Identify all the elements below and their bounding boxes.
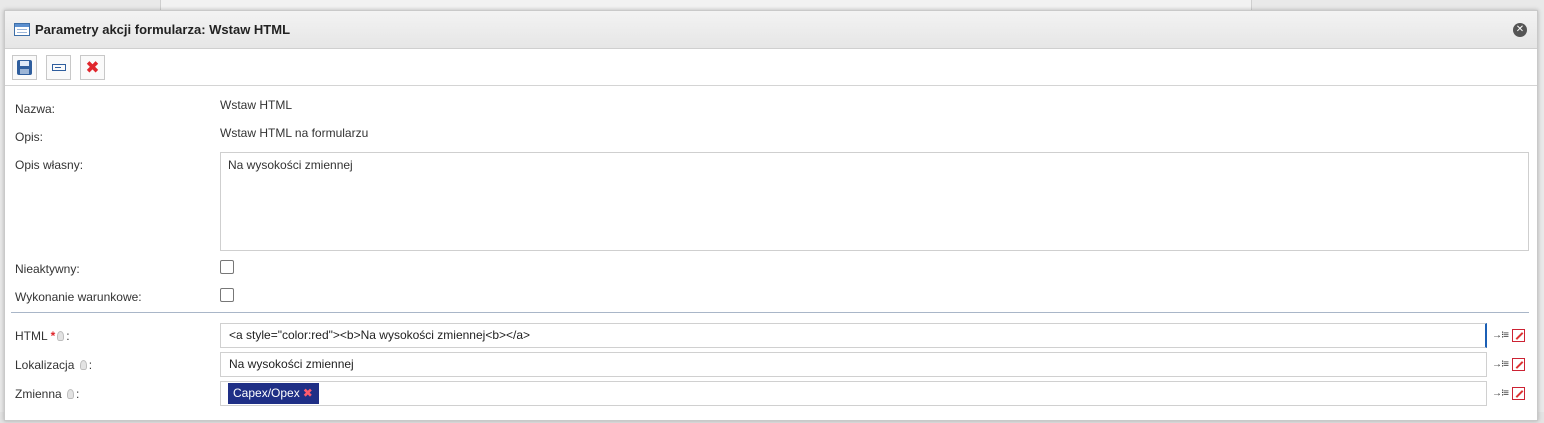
save-icon (17, 59, 32, 75)
html-field-tools: →⁝≡ (1492, 329, 1526, 342)
lokalizacja-label: Lokalizacja : (15, 358, 92, 372)
lokalizacja-input[interactable]: Na wysokości zmiennej (220, 352, 1487, 377)
insert-variable-icon[interactable]: →⁝≡ (1492, 330, 1509, 341)
nieaktywny-label: Nieaktywny: (15, 262, 80, 276)
html-input[interactable]: <a style="color:red"><b>Na wysokości zmi… (220, 323, 1487, 348)
hint-bulb-icon[interactable] (67, 389, 75, 399)
delete-button[interactable]: ✖ (80, 54, 105, 80)
zmienna-input[interactable] (220, 381, 1487, 406)
hint-bulb-icon[interactable] (57, 331, 65, 341)
toolbar: ✖ (5, 49, 1537, 86)
table-icon (14, 23, 30, 36)
hint-bulb-icon[interactable] (79, 360, 87, 370)
section-divider (11, 312, 1529, 313)
html-label-colon: : (66, 329, 70, 343)
lokalizacja-label-text: Lokalizacja (15, 358, 75, 372)
zmienna-label-text: Zmienna (15, 387, 62, 401)
zmienna-label: Zmienna : (15, 387, 79, 401)
lokalizacja-field-tools: →⁝≡ (1492, 358, 1526, 371)
nieaktywny-checkbox[interactable] (220, 260, 234, 274)
opis-value: Wstaw HTML na formularzu (220, 126, 369, 140)
html-label: HTML *: (15, 329, 70, 343)
zmienna-tag-label: Capex/Opex (233, 386, 300, 400)
opis-label: Opis: (15, 130, 44, 144)
nazwa-value: Wstaw HTML (220, 98, 292, 112)
dialog-titlebar: Parametry akcji formularza: Wstaw HTML ✕ (5, 11, 1537, 49)
html-label-text: HTML (15, 329, 48, 343)
function-icon[interactable] (1512, 358, 1526, 371)
wykonanie-warunkowe-checkbox[interactable] (220, 288, 234, 302)
dialog-title: Parametry akcji formularza: Wstaw HTML (35, 22, 291, 37)
field-button[interactable] (46, 54, 71, 80)
insert-variable-icon[interactable]: →⁝≡ (1492, 388, 1509, 399)
close-icon[interactable]: ✕ (1513, 23, 1527, 37)
zmienna-field-tools: →⁝≡ (1492, 387, 1526, 400)
close-x-icon: ✖ (85, 57, 100, 77)
required-marker: * (50, 329, 56, 343)
wykonanie-warunkowe-label: Wykonanie warunkowe: (15, 290, 142, 304)
opis-wlasny-textarea[interactable]: Na wysokości zmiennej (220, 152, 1529, 251)
field-icon (51, 63, 66, 71)
function-icon[interactable] (1512, 387, 1526, 400)
nazwa-label: Nazwa: (15, 102, 56, 116)
function-icon[interactable] (1512, 329, 1526, 342)
opis-wlasny-label: Opis własny: (15, 158, 84, 172)
remove-tag-icon[interactable]: ✖ (303, 386, 313, 400)
lokalizacja-label-colon: : (88, 358, 93, 372)
zmienna-label-colon: : (76, 387, 80, 401)
save-button[interactable] (12, 54, 37, 80)
insert-variable-icon[interactable]: →⁝≡ (1492, 359, 1509, 370)
zmienna-tag: Capex/Opex ✖ (228, 383, 319, 404)
form-action-dialog: Parametry akcji formularza: Wstaw HTML ✕… (4, 10, 1538, 421)
